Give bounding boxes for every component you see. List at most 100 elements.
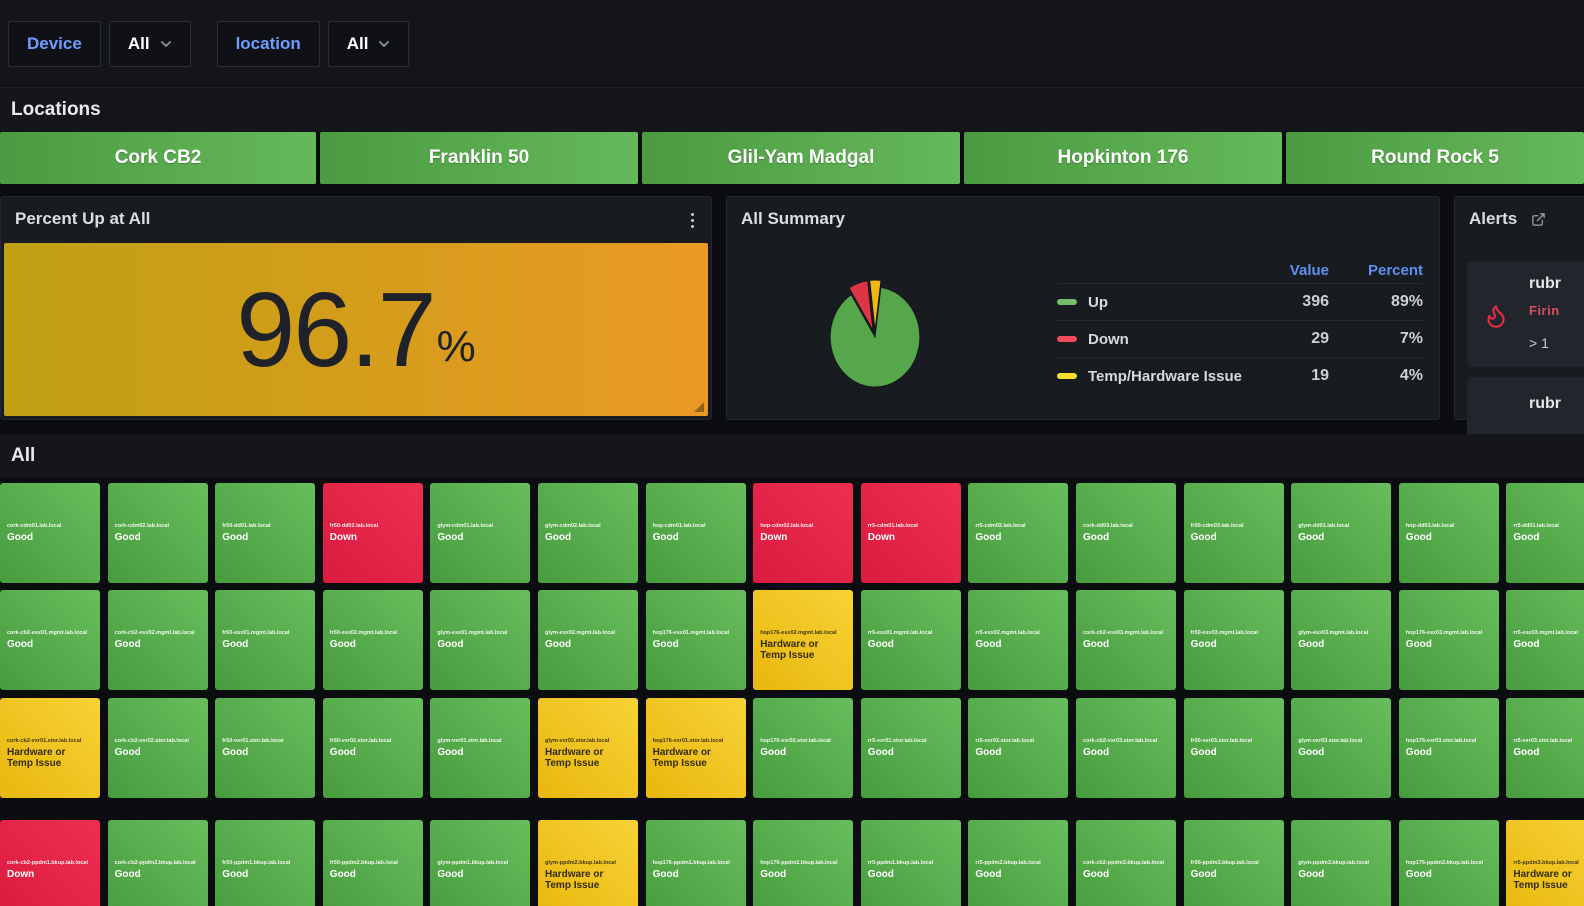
device-tile[interactable]: fr50-vxr02.stor.lab.local Good bbox=[322, 698, 423, 798]
location-button-glil-yam-madgal[interactable]: Glil-Yam Madgal bbox=[642, 132, 960, 184]
device-tile[interactable]: rr5-vxr03.stor.lab.local Good bbox=[1506, 698, 1584, 798]
legend-row[interactable]: Up 396 89% bbox=[1057, 283, 1423, 320]
device-status: Good bbox=[437, 747, 464, 758]
device-tile[interactable]: rr5-cdm01.lab.local Down bbox=[860, 483, 961, 583]
device-tile[interactable]: fr50-esx02.mgmt.lab.local Good bbox=[322, 590, 423, 690]
variable-dropdown-location[interactable]: All bbox=[327, 20, 410, 67]
legend-row[interactable]: Down 29 7% bbox=[1057, 320, 1423, 357]
device-tile[interactable]: fr50-ppdm1.bkup.lab.local Good bbox=[215, 820, 316, 906]
device-tile[interactable]: cork-dd03.lab.local Good bbox=[1076, 483, 1176, 583]
variable-label-device[interactable]: Device bbox=[8, 20, 101, 67]
device-tile[interactable]: fr50-dd02.lab.local Down bbox=[322, 483, 423, 583]
device-tile[interactable]: rr5-dd01.lab.local Good bbox=[1506, 483, 1584, 583]
variable-dropdown-device[interactable]: All bbox=[108, 20, 191, 67]
device-hostname: rr5-esx03.mgmt.lab.local bbox=[1513, 630, 1578, 636]
device-tile[interactable]: cork-cb2-ppdm3.bkup.lab.local Good bbox=[1076, 820, 1176, 906]
panel-menu-icon[interactable] bbox=[683, 209, 701, 231]
row-header-locations[interactable]: Locations bbox=[0, 88, 1584, 132]
device-tile[interactable]: fr50-ppdm2.bkup.lab.local Good bbox=[322, 820, 423, 906]
device-hostname: fr50-cdm03.lab.local bbox=[1190, 523, 1244, 529]
location-button-franklin-50[interactable]: Franklin 50 bbox=[320, 132, 638, 184]
device-tile[interactable]: glym-ppdm2.bkup.lab.local Hardware or Tem… bbox=[538, 820, 638, 906]
device-tile[interactable]: glym-ppdm1.bkup.lab.local Good bbox=[430, 820, 531, 906]
device-tile[interactable]: cork-cb2-vxr01.stor.lab.local Hardware or… bbox=[0, 698, 100, 798]
external-link-icon[interactable] bbox=[1531, 212, 1546, 227]
device-tile[interactable]: hop176-ppdm2.bkup.lab.local Good bbox=[753, 820, 854, 906]
location-button-hopkinton-176[interactable]: Hopkinton 176 bbox=[964, 132, 1282, 184]
device-tile[interactable]: glym-vxr01.stor.lab.local Good bbox=[430, 698, 531, 798]
device-tile[interactable]: hop-cdm01.lab.local Good bbox=[645, 483, 746, 583]
device-tile[interactable]: cork-cb2-esx01.mgmt.lab.local Good bbox=[0, 590, 100, 690]
device-hostname: rr5-ppdm3.bkup.lab.local bbox=[1513, 860, 1579, 866]
location-button-cork-cb2[interactable]: Cork CB2 bbox=[0, 132, 316, 184]
panel-all-summary: All Summary Value Percent Up 396 89% Down 29… bbox=[726, 196, 1440, 420]
location-button-round-rock-5[interactable]: Round Rock 5 bbox=[1286, 132, 1584, 184]
device-tile[interactable]: glym-cdm02.lab.local Good bbox=[538, 483, 638, 583]
device-tile[interactable]: rr5-vxr02.stor.lab.local Good bbox=[968, 698, 1069, 798]
device-tile[interactable]: cork-cdm02.lab.local Good bbox=[107, 483, 208, 583]
device-tile[interactable]: hop176-ppdm1.bkup.lab.local Good bbox=[645, 820, 746, 906]
device-tile[interactable]: glym-esx02.mgmt.lab.local Good bbox=[538, 590, 638, 690]
device-status: Good bbox=[437, 639, 464, 650]
device-tile[interactable]: hop176-vxr03.stor.lab.local Good bbox=[1398, 698, 1499, 798]
device-hostname: cork-cb2-vxr02.stor.lab.local bbox=[114, 738, 189, 744]
device-tile[interactable]: hop176-vxr01.stor.lab.local Hardware or T… bbox=[645, 698, 746, 798]
device-tile[interactable]: cork-cb2-ppdm2.bkup.lab.local Good bbox=[107, 820, 208, 906]
panel-resize-handle[interactable] bbox=[694, 402, 704, 412]
device-tile[interactable]: glym-vxr02.stor.lab.local Hardware or Tem… bbox=[538, 698, 638, 798]
row-header-all[interactable]: All bbox=[0, 434, 1584, 478]
device-status: Good bbox=[1083, 532, 1110, 543]
device-tile[interactable]: cork-cb2-vxr02.stor.lab.local Good bbox=[107, 698, 208, 798]
panel-title-percent-up[interactable]: Percent Up at All bbox=[1, 197, 711, 241]
device-tile[interactable]: hop176-ppdm3.bkup.lab.local Good bbox=[1398, 820, 1499, 906]
device-status: Good bbox=[329, 869, 356, 880]
device-tile[interactable]: cork-cb2-ppdm1.bkup.lab.local Down bbox=[0, 820, 100, 906]
device-tile[interactable]: glym-ppdm3.bkup.lab.local Good bbox=[1291, 820, 1392, 906]
device-status: Down bbox=[329, 532, 358, 543]
device-status: Good bbox=[545, 639, 572, 650]
device-hostname: cork-cb2-vxr01.stor.lab.local bbox=[7, 738, 82, 744]
stat-unit: % bbox=[436, 321, 476, 371]
device-tile[interactable]: hop-dd03.lab.local Good bbox=[1398, 483, 1499, 583]
device-tile[interactable]: hop176-vxr02.stor.lab.local Good bbox=[753, 698, 854, 798]
device-tile[interactable]: rr5-ppdm3.bkup.lab.local Hardware or Temp… bbox=[1506, 820, 1584, 906]
legend-value: 396 bbox=[1302, 293, 1329, 310]
device-tile[interactable]: fr50-ppdm3.bkup.lab.local Good bbox=[1183, 820, 1284, 906]
panel-title-all-summary[interactable]: All Summary bbox=[727, 197, 1439, 241]
device-hostname: hop176-vxr03.stor.lab.local bbox=[1405, 738, 1477, 744]
variable-label-location[interactable]: location bbox=[216, 20, 320, 67]
device-tile[interactable]: fr50-dd01.lab.local Good bbox=[215, 483, 316, 583]
device-tile[interactable]: fr50-vxr01.stor.lab.local Good bbox=[215, 698, 316, 798]
device-tile[interactable]: glym-dd01.lab.local Good bbox=[1291, 483, 1392, 583]
device-tile[interactable]: rr5-ppdm2.bkup.lab.local Good bbox=[968, 820, 1069, 906]
device-tile[interactable]: hop176-esx03.mgmt.lab.local Good bbox=[1398, 590, 1499, 690]
device-tile[interactable]: cork-cb2-esx02.mgmt.lab.local Good bbox=[107, 590, 208, 690]
device-tile[interactable]: glym-vxr03.stor.lab.local Good bbox=[1291, 698, 1392, 798]
legend-row[interactable]: Temp/Hardware Issue 19 4% bbox=[1057, 357, 1423, 394]
device-tile[interactable]: rr5-esx02.mgmt.lab.local Good bbox=[968, 590, 1069, 690]
device-tile[interactable]: glym-cdm01.lab.local Good bbox=[430, 483, 531, 583]
alert-item[interactable]: rubr Firin > 1 bbox=[1467, 261, 1584, 367]
device-tile[interactable]: fr50-vxr03.stor.lab.local Good bbox=[1183, 698, 1284, 798]
device-tile[interactable]: rr5-esx03.mgmt.lab.local Good bbox=[1506, 590, 1584, 690]
device-tile[interactable]: hop176-esx01.mgmt.lab.local Good bbox=[645, 590, 746, 690]
device-tile[interactable]: fr50-cdm03.lab.local Good bbox=[1183, 483, 1284, 583]
device-tile[interactable]: fr50-esx01.mgmt.lab.local Good bbox=[215, 590, 316, 690]
device-tile[interactable]: cork-cb2-vxr03.stor.lab.local Good bbox=[1076, 698, 1176, 798]
panel-title-alerts[interactable]: Alerts bbox=[1469, 209, 1517, 229]
device-tile[interactable]: glym-esx01.mgmt.lab.local Good bbox=[430, 590, 531, 690]
legend-percent: 7% bbox=[1399, 330, 1423, 347]
device-tile[interactable]: rr5-vxr01.stor.lab.local Good bbox=[860, 698, 961, 798]
device-tile[interactable]: fr50-esx03.mgmt.lab.local Good bbox=[1183, 590, 1284, 690]
device-tile[interactable]: hop-cdm02.lab.local Down bbox=[753, 483, 854, 583]
device-status: Good bbox=[652, 869, 679, 880]
device-hostname: hop176-vxr01.stor.lab.local bbox=[652, 738, 724, 744]
device-tile[interactable]: cork-cdm01.lab.local Good bbox=[0, 483, 100, 583]
device-status: Hardware or Temp Issue bbox=[545, 747, 604, 769]
device-tile[interactable]: cork-cb2-esx03.mgmt.lab.local Good bbox=[1076, 590, 1176, 690]
device-tile[interactable]: rr5-ppdm1.bkup.lab.local Good bbox=[860, 820, 961, 906]
device-tile[interactable]: glym-esx03.mgmt.lab.local Good bbox=[1291, 590, 1392, 690]
device-tile[interactable]: rr5-esx01.mgmt.lab.local Good bbox=[860, 590, 961, 690]
device-tile[interactable]: hop176-esx02.mgmt.lab.local Hardware or T… bbox=[753, 590, 854, 690]
device-tile[interactable]: rr5-cdm02.lab.local Good bbox=[968, 483, 1069, 583]
